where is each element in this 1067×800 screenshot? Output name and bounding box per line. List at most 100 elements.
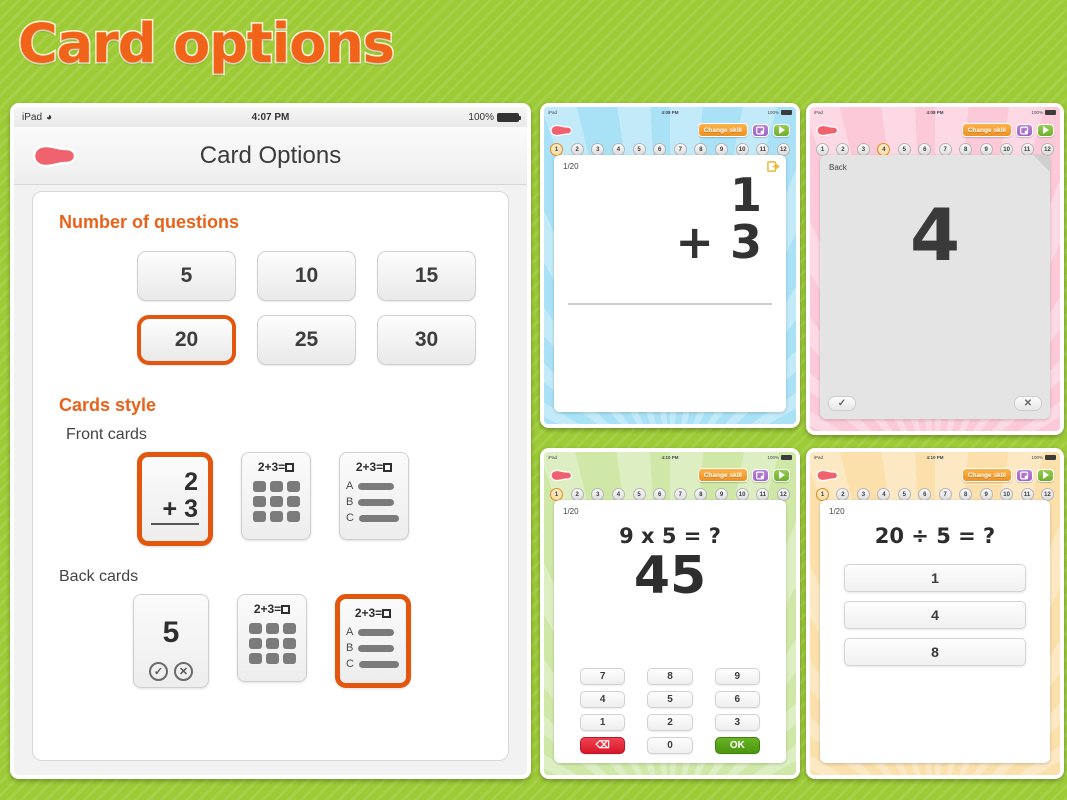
- question-count-grid: 5 10 15 20 25 30: [137, 251, 508, 365]
- mini-status-bar: iPad 4:08 PM 100%: [810, 107, 1060, 118]
- question-count-option[interactable]: 10: [257, 251, 356, 301]
- backspace-icon[interactable]: ⌫: [580, 737, 626, 754]
- preview-ipad-orange: iPad 4:10 PM 100% Change skill 1 2 3 4 5…: [806, 448, 1064, 779]
- keypad-dot: [252, 511, 266, 522]
- sum-question: 1 + 3: [675, 172, 762, 266]
- card-counter: 1/20: [829, 507, 845, 516]
- change-skill-button[interactable]: Change skill: [961, 468, 1012, 482]
- keypad-key[interactable]: 3: [714, 714, 760, 731]
- mini-toolbar: Change skill: [544, 463, 796, 487]
- status-bar: iPad ◕ 4:07 PM 100%: [14, 107, 527, 127]
- keypad-key[interactable]: 6: [714, 691, 760, 708]
- card-side-label: Back: [829, 163, 847, 172]
- choice-bar: [358, 498, 395, 506]
- correct-button[interactable]: ✓: [828, 396, 856, 411]
- main-ipad-screen: iPad ◕ 4:07 PM 100% Card Options Number …: [14, 107, 527, 775]
- status-time: 4:07 PM: [251, 111, 290, 123]
- back-card-style-row: 5 ✓ ✕ 2+3= 2+3= A B C: [133, 594, 508, 688]
- keypad-dot: [252, 481, 266, 492]
- choice-bar: [358, 514, 399, 522]
- back-style-answer[interactable]: 5 ✓ ✕: [133, 594, 209, 688]
- question-count-option[interactable]: 30: [377, 315, 476, 365]
- back-arrow-icon[interactable]: [816, 469, 839, 482]
- play-icon[interactable]: [773, 123, 790, 137]
- back-arrow-icon[interactable]: [550, 469, 573, 482]
- keypad-dot: [248, 623, 262, 634]
- back-style-keypad[interactable]: 2+3=: [237, 594, 307, 682]
- nav-bar: Card Options: [14, 127, 527, 185]
- card-counter: 1/20: [563, 162, 579, 171]
- status-right: 100%: [468, 111, 521, 123]
- back-cards-label: Back cards: [59, 568, 139, 585]
- keypad-key[interactable]: 7: [580, 668, 626, 685]
- answer-judge-icons: ✓ ✕: [134, 662, 208, 681]
- back-arrow-icon[interactable]: [816, 124, 839, 137]
- battery-icon: [497, 112, 521, 122]
- play-icon[interactable]: [1037, 468, 1054, 482]
- flip-card-icon[interactable]: [767, 160, 780, 173]
- front-card-style-row: 2 + 3 2+3= 2+3= A B C: [137, 452, 508, 546]
- front-style-multiple-choice[interactable]: 2+3= A B C: [339, 452, 409, 540]
- battery-percent: 100%: [468, 111, 494, 123]
- answer-choice[interactable]: 4: [844, 601, 1026, 629]
- flashcard-front[interactable]: 1/20 1 + 3: [554, 155, 786, 412]
- keypad-key[interactable]: 4: [580, 691, 626, 708]
- device-label: iPad: [22, 111, 43, 123]
- keypad-key[interactable]: 1: [580, 714, 626, 731]
- flashcard-keypad[interactable]: 1/20 9 x 5 = ? 45 7 8 9 4 5 6 1 2 3 ⌫ 0 …: [554, 500, 786, 763]
- front-style-keypad[interactable]: 2+3=: [241, 452, 311, 540]
- options-panel: Number of questions 5 10 15 20 25 30 Car…: [32, 191, 509, 761]
- keypad-key[interactable]: 2: [647, 714, 693, 731]
- keypad-key[interactable]: 8: [647, 668, 693, 685]
- keypad-dot: [286, 511, 300, 522]
- choice-row: C: [346, 512, 402, 524]
- card-counter: 1/20: [563, 507, 579, 516]
- change-skill-button[interactable]: Change skill: [961, 123, 1012, 137]
- keypad-key[interactable]: 5: [647, 691, 693, 708]
- play-icon[interactable]: [1037, 123, 1054, 137]
- keypad-dot: [248, 653, 262, 664]
- settings-icon[interactable]: [1016, 468, 1033, 482]
- mini-toolbar: Change skill: [544, 118, 796, 142]
- keypad-key[interactable]: 0: [647, 737, 693, 754]
- equation-label: 2+3=: [242, 460, 310, 474]
- flashcard-back[interactable]: Back 4 ✓ ✕: [820, 155, 1050, 419]
- mini-toolbar: Change skill: [810, 463, 1060, 487]
- flashcard-multiple-choice[interactable]: 1/20 20 ÷ 5 = ? 1 4 8: [820, 500, 1050, 763]
- change-skill-button[interactable]: Change skill: [697, 123, 748, 137]
- sum-bottom: + 3: [675, 215, 762, 269]
- keypad-dots: [242, 481, 310, 522]
- keypad-dot: [269, 511, 283, 522]
- back-style-multiple-choice-selected[interactable]: 2+3= A B C: [335, 594, 411, 688]
- keypad-dot: [265, 653, 279, 664]
- settings-icon[interactable]: [752, 468, 769, 482]
- mini-tool-buttons: Change skill: [697, 123, 790, 137]
- keypad-dot: [282, 638, 296, 649]
- back-arrow-icon[interactable]: [32, 143, 77, 169]
- status-left: iPad ◕: [22, 112, 52, 123]
- question-count-option-selected[interactable]: 20: [137, 315, 236, 365]
- back-arrow-icon[interactable]: [550, 124, 573, 137]
- question-count-option[interactable]: 25: [257, 315, 356, 365]
- play-icon[interactable]: [773, 468, 790, 482]
- answer-choice[interactable]: 8: [844, 638, 1026, 666]
- main-ipad-frame: iPad ◕ 4:07 PM 100% Card Options Number …: [10, 103, 531, 779]
- incorrect-button[interactable]: ✕: [1014, 396, 1042, 411]
- question-count-option[interactable]: 5: [137, 251, 236, 301]
- sum-top: 1: [729, 168, 762, 222]
- check-circle-icon: ✓: [149, 662, 168, 681]
- ok-button[interactable]: OK: [714, 737, 760, 754]
- answer-choice[interactable]: 1: [844, 564, 1026, 592]
- change-skill-button[interactable]: Change skill: [697, 468, 748, 482]
- settings-icon[interactable]: [752, 123, 769, 137]
- keypad-key[interactable]: 9: [714, 668, 760, 685]
- keypad-dot: [269, 496, 283, 507]
- keypad-dot: [286, 481, 300, 492]
- front-style-sum-selected[interactable]: 2 + 3: [137, 452, 213, 546]
- settings-icon[interactable]: [1016, 123, 1033, 137]
- play-triangle: [1042, 471, 1049, 479]
- question-count-option[interactable]: 15: [377, 251, 476, 301]
- page-peel-icon[interactable]: [1033, 155, 1050, 172]
- preview-screen-green: iPad 4:10 PM 100% Change skill 1 2 3 4 5…: [544, 452, 796, 775]
- page-title: Card options: [17, 11, 397, 77]
